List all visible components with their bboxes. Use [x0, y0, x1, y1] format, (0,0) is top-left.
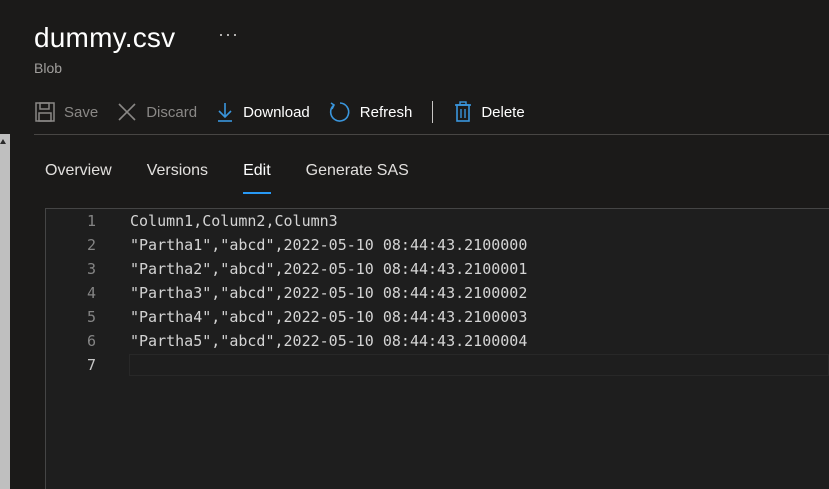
tab-overview[interactable]: Overview	[45, 160, 112, 194]
line-text[interactable]: "Partha3","abcd",2022-05-10 08:44:43.210…	[130, 281, 527, 305]
line-number: 2	[86, 236, 96, 254]
editor-line: 4 "Partha3","abcd",2022-05-10 08:44:43.2…	[46, 281, 829, 305]
line-text[interactable]: "Partha4","abcd",2022-05-10 08:44:43.210…	[130, 305, 527, 329]
current-line-highlight	[129, 354, 829, 376]
editor-line: 1 Column1,Column2,Column3	[46, 209, 829, 233]
save-label: Save	[64, 103, 99, 121]
line-number: 4	[86, 284, 96, 302]
line-number: 3	[86, 260, 96, 278]
storage-blob-blade: dummy.csv ··· Blob Save Discard Download…	[0, 0, 829, 489]
editor-line: 2 "Partha1","abcd",2022-05-10 08:44:43.2…	[46, 233, 829, 257]
left-pane-edge	[0, 134, 10, 489]
editor-line-current: 7	[46, 353, 829, 377]
toolbar-separator	[432, 101, 434, 123]
delete-label: Delete	[481, 103, 525, 121]
tab-edit[interactable]: Edit	[243, 160, 271, 194]
line-number: 7	[86, 356, 96, 374]
refresh-icon	[329, 102, 350, 122]
blade-title: dummy.csv	[34, 22, 176, 53]
line-text[interactable]: "Partha5","abcd",2022-05-10 08:44:43.210…	[130, 329, 527, 353]
line-number: 5	[86, 308, 96, 326]
line-number: 1	[86, 212, 96, 230]
toolbar-divider	[34, 134, 829, 135]
line-text[interactable]: Column1,Column2,Column3	[130, 209, 338, 233]
download-button[interactable]: Download	[215, 96, 310, 128]
delete-button[interactable]: Delete	[453, 96, 525, 128]
trash-icon	[455, 101, 472, 122]
close-icon	[118, 103, 136, 121]
code-editor[interactable]: 1 Column1,Column2,Column3 2 "Partha1","a…	[45, 208, 829, 489]
blade-subtitle: Blob	[34, 60, 63, 76]
tab-generate-sas[interactable]: Generate SAS	[306, 160, 409, 194]
discard-label: Discard	[146, 103, 198, 121]
tab-versions[interactable]: Versions	[147, 160, 208, 194]
caret-up-icon	[0, 139, 6, 144]
command-bar: Save Discard Download Refresh Delete	[34, 96, 543, 128]
download-label: Download	[243, 103, 310, 121]
line-text[interactable]: "Partha2","abcd",2022-05-10 08:44:43.210…	[130, 257, 527, 281]
editor-line: 5 "Partha4","abcd",2022-05-10 08:44:43.2…	[46, 305, 829, 329]
line-text[interactable]: "Partha1","abcd",2022-05-10 08:44:43.210…	[130, 233, 527, 257]
save-icon	[35, 102, 55, 122]
line-number: 6	[86, 332, 96, 350]
more-options-icon[interactable]: ···	[218, 24, 239, 45]
discard-button[interactable]: Discard	[116, 96, 197, 128]
tab-strip: Overview Versions Edit Generate SAS	[45, 160, 444, 194]
download-icon	[218, 103, 233, 122]
refresh-button[interactable]: Refresh	[328, 96, 413, 128]
save-button[interactable]: Save	[34, 96, 98, 128]
editor-line: 6 "Partha5","abcd",2022-05-10 08:44:43.2…	[46, 329, 829, 353]
editor-line: 3 "Partha2","abcd",2022-05-10 08:44:43.2…	[46, 257, 829, 281]
refresh-label: Refresh	[359, 103, 413, 121]
